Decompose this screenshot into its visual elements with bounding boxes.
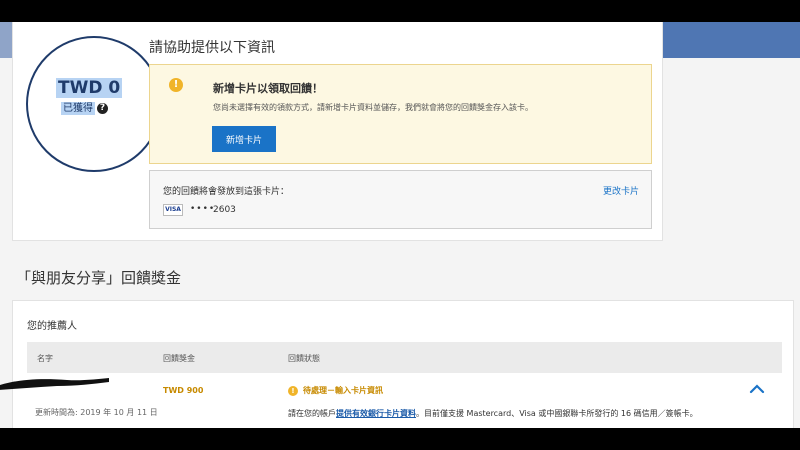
obtained-row: 已獲得 ? (61, 101, 108, 115)
payout-card-box: 您的回饋將會發放到這張卡片： 更改卡片 VISA •••• 2603 (149, 170, 652, 229)
referral-card: 您的推薦人 名字 回饋獎金 回饋狀態 TWD 900 ! 待處理－輸入卡片資訊 … (0, 300, 794, 428)
add-card-alert: ! 新增卡片以領取回饋！ 您尚未選擇有效的領款方式，請新增卡片資料並儲存，我們就… (149, 64, 652, 164)
note-suffix: 。目前僅支援 Mastercard、Visa 或中國銀聯卡所發行的 16 碼信用… (416, 409, 698, 418)
column-reward: 回饋獎金 (163, 354, 195, 363)
letterbox-bottom (0, 428, 800, 450)
form-title: 請協助提供以下資訊 (149, 40, 275, 56)
reward-summary-circle: TWD 0 已獲得 ? (26, 36, 162, 172)
header-band-edge (0, 22, 12, 58)
update-time: 更新時間為: 2019 年 10 月 11 日 (35, 408, 158, 417)
referral-status-text: 待處理－輸入卡片資訊 (303, 386, 383, 395)
exclamation-circle-icon: ! (169, 78, 183, 92)
chevron-up-icon[interactable] (749, 383, 765, 395)
note-prefix: 請在您的帳戶 (288, 409, 336, 418)
referral-status: ! 待處理－輸入卡片資訊 (288, 385, 383, 396)
reward-info-card: TWD 0 已獲得 ? 請協助提供以下資訊 ! 新增卡片以領取回饋！ 您尚未選擇… (12, 22, 663, 241)
referral-section-title: 「與朋友分享」回饋獎金 (16, 269, 182, 287)
card-info-note: 請在您的帳戶提供有效銀行卡片資料。目前僅支援 Mastercard、Visa 或… (288, 408, 698, 419)
referral-reward: TWD 900 (163, 386, 204, 395)
referral-table-header: 名字 回饋獎金 回饋狀態 (27, 342, 782, 373)
change-card-link[interactable]: 更改卡片 (603, 184, 639, 197)
add-card-button[interactable]: 新增卡片 (212, 126, 276, 152)
referrer-heading: 您的推薦人 (27, 321, 77, 332)
provide-card-link[interactable]: 提供有效銀行卡片資料 (336, 409, 416, 418)
payout-card-label: 您的回饋將會發放到這張卡片： (163, 187, 290, 197)
obtained-label: 已獲得 (61, 101, 95, 115)
alert-body: 您尚未選擇有效的領款方式，請新增卡片資料並儲存，我們就會將您的回饋獎金存入該卡。 (213, 103, 533, 112)
alert-title: 新增卡片以領取回饋！ (213, 82, 323, 95)
column-name: 名字 (37, 354, 53, 363)
card-last-four: 2603 (213, 205, 236, 215)
visa-card-icon: VISA (163, 204, 183, 216)
letterbox-top (0, 0, 800, 22)
warning-icon: ! (288, 385, 298, 396)
card-masked-digits: •••• (190, 204, 216, 214)
reward-amount: TWD 0 (56, 78, 123, 98)
question-circle-icon[interactable]: ? (97, 102, 108, 114)
redacted-name (0, 378, 109, 390)
column-status: 回饋狀態 (288, 354, 320, 363)
